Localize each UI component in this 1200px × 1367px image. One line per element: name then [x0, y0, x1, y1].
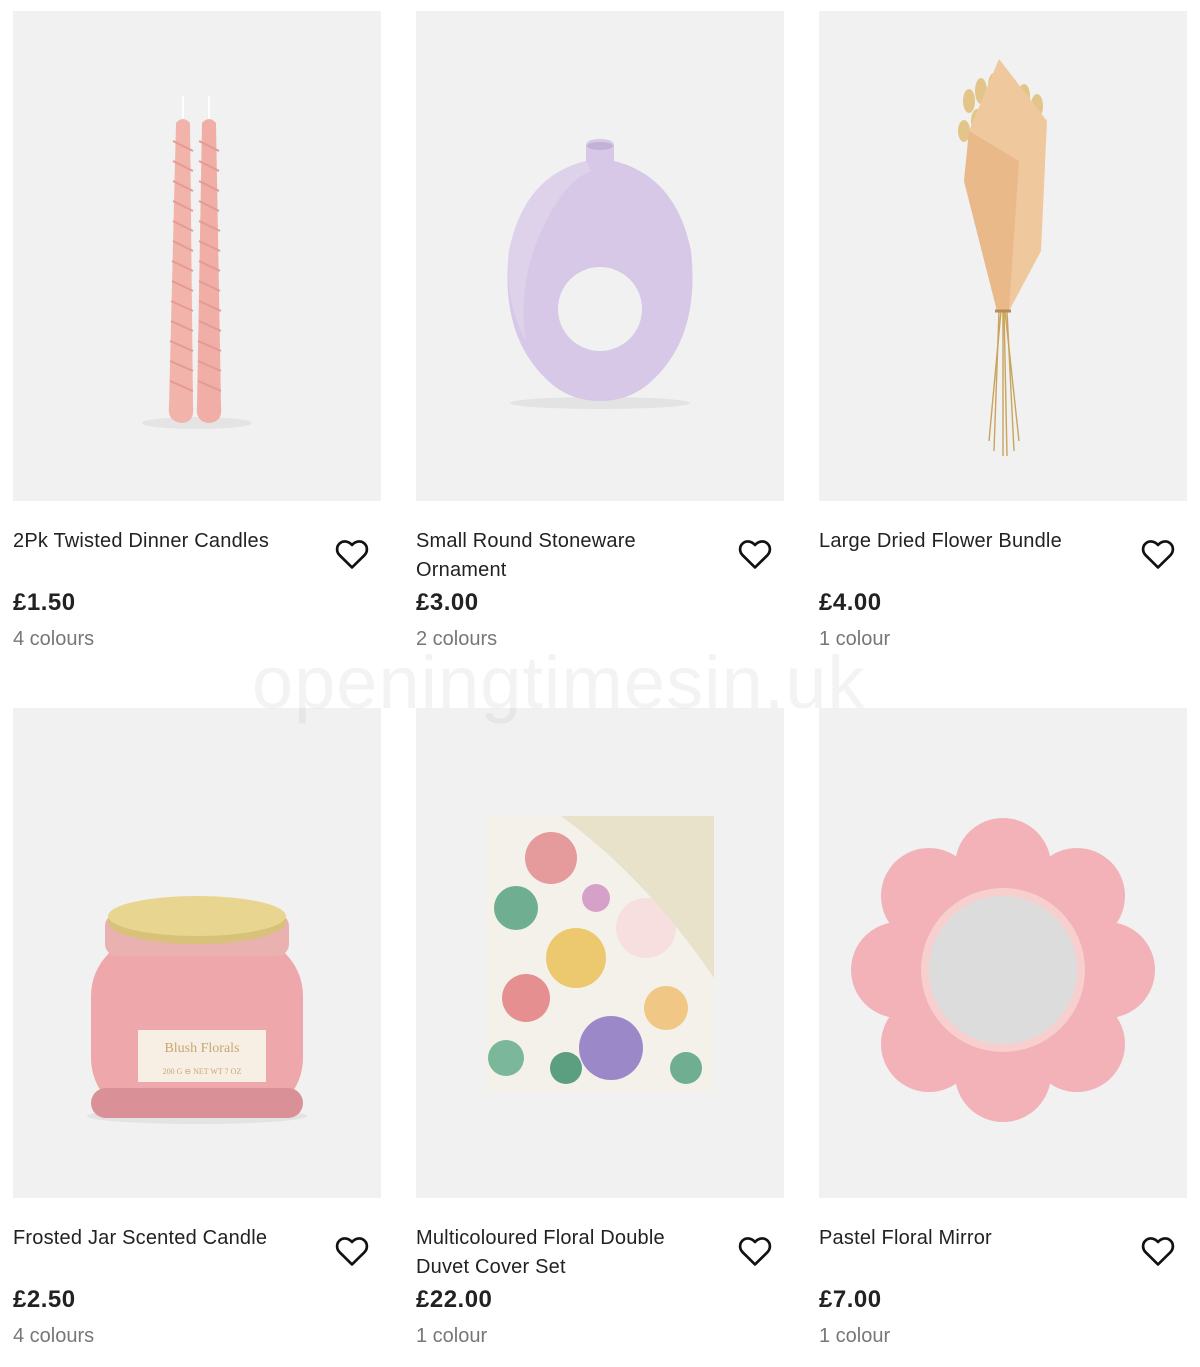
heart-outline-icon[interactable] — [333, 535, 371, 573]
product-colour-count[interactable]: 4 colours — [13, 1325, 94, 1348]
product-price: £1.50 — [13, 589, 76, 616]
product-name[interactable]: Frosted Jar Scented Candle — [13, 1224, 313, 1253]
floral-duvet-image — [486, 816, 714, 1092]
product-image-flower-mirror[interactable] — [819, 708, 1187, 1198]
heart-outline-icon[interactable] — [736, 535, 774, 573]
product-image-dried-flower-bundle[interactable] — [819, 11, 1187, 501]
product-colour-count[interactable]: 1 colour — [819, 1325, 890, 1348]
product-colour-count[interactable]: 4 colours — [13, 628, 94, 651]
jar-candle-image: Blush Florals 200 G ⊖ NET WT 7 OZ — [87, 896, 307, 1124]
product-name[interactable]: Large Dried Flower Bundle — [819, 527, 1119, 556]
jar-label-text: Blush Florals — [164, 1041, 239, 1056]
heart-outline-icon[interactable] — [1139, 535, 1177, 573]
product-image-floral-duvet[interactable] — [416, 708, 784, 1198]
heart-outline-icon[interactable] — [736, 1232, 774, 1270]
product-price: £4.00 — [819, 589, 882, 616]
round-vase-image — [507, 139, 693, 409]
product-price: £7.00 — [819, 1286, 882, 1313]
product-price: £3.00 — [416, 589, 479, 616]
product-image-jar-candle[interactable]: Blush Florals 200 G ⊖ NET WT 7 OZ — [13, 708, 381, 1198]
jar-subtext: 200 G ⊖ NET WT 7 OZ — [163, 1067, 242, 1076]
twisted-candles-image — [142, 96, 252, 429]
product-name[interactable]: Multicoloured Floral Double Duvet Cover … — [416, 1224, 716, 1282]
product-colour-count[interactable]: 2 colours — [416, 628, 497, 651]
product-name[interactable]: Pastel Floral Mirror — [819, 1224, 1119, 1253]
product-price: £2.50 — [13, 1286, 76, 1313]
heart-outline-icon[interactable] — [1139, 1232, 1177, 1270]
product-name[interactable]: Small Round Stoneware Ornament — [416, 527, 716, 585]
product-image-twisted-candles[interactable] — [13, 11, 381, 501]
dried-flower-bundle-image — [958, 59, 1047, 457]
product-name[interactable]: 2Pk Twisted Dinner Candles — [13, 527, 313, 556]
product-colour-count[interactable]: 1 colour — [819, 628, 890, 651]
flower-mirror-image — [851, 818, 1155, 1122]
product-price: £22.00 — [416, 1286, 493, 1313]
heart-outline-icon[interactable] — [333, 1232, 371, 1270]
product-colour-count[interactable]: 1 colour — [416, 1325, 487, 1348]
product-image-round-vase[interactable] — [416, 11, 784, 501]
